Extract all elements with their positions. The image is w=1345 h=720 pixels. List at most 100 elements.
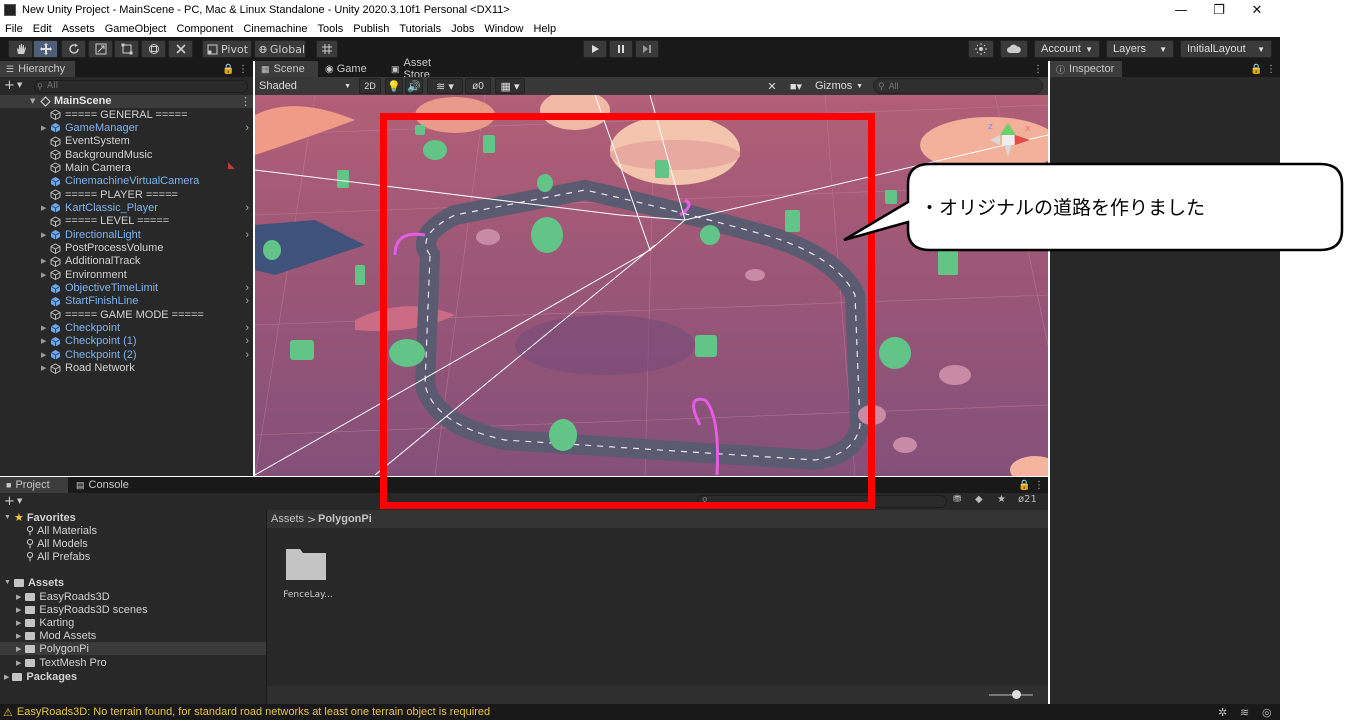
menu-jobs[interactable]: Jobs bbox=[446, 23, 479, 35]
hierarchy-item[interactable]: ▶ AdditionalTrack bbox=[0, 255, 253, 268]
zoom-slider-thumb[interactable] bbox=[1012, 690, 1021, 699]
hierarchy-item[interactable]: EventSystem bbox=[0, 135, 253, 148]
asset-folder[interactable]: ▶ Mod Assets bbox=[16, 629, 96, 642]
project-more-options-icon[interactable]: ⋮ bbox=[1034, 477, 1044, 493]
status-message[interactable]: EasyRoads3D: No terrain found, for stand… bbox=[17, 706, 490, 718]
collab-icon[interactable] bbox=[968, 40, 994, 58]
menu-edit[interactable]: Edit bbox=[28, 23, 57, 35]
effects-icon[interactable]: ≋ ▾ bbox=[427, 78, 463, 94]
add-caret-icon[interactable]: ▼ bbox=[17, 81, 22, 89]
zoom-slider-track[interactable] bbox=[989, 694, 1033, 696]
favorite-star-icon[interactable]: ★ bbox=[997, 494, 1006, 505]
tab-game[interactable]: ◉ Game bbox=[319, 61, 379, 77]
assets-header[interactable]: ▼ Assets bbox=[4, 576, 64, 589]
hierarchy-item[interactable]: ▶ Checkpoint › bbox=[0, 322, 253, 335]
hierarchy-item[interactable]: ===== GAME MODE ===== bbox=[0, 308, 253, 321]
packages-header[interactable]: ▶ Packages bbox=[4, 670, 77, 683]
create-caret-icon[interactable]: ▼ bbox=[17, 497, 22, 505]
menu-assets[interactable]: Assets bbox=[57, 23, 100, 35]
favorite-item[interactable]: ⚲ All Materials bbox=[26, 524, 97, 538]
chevron-right-icon[interactable]: › bbox=[245, 349, 249, 361]
scene-root-row[interactable]: ▼ MainScene ⋮ bbox=[0, 95, 253, 108]
hierarchy-item[interactable]: ===== PLAYER ===== bbox=[0, 188, 253, 201]
menu-file[interactable]: File bbox=[0, 23, 28, 35]
chevron-right-icon[interactable]: › bbox=[245, 295, 249, 307]
snap-grid-icon[interactable] bbox=[316, 40, 338, 58]
tab-inspector[interactable]: ⓘ Inspector bbox=[1050, 61, 1122, 77]
hierarchy-search-input[interactable]: ⚲ All bbox=[34, 80, 248, 93]
tab-asset-store[interactable]: ▣ Asset Store bbox=[385, 57, 465, 81]
menu-help[interactable]: Help bbox=[528, 23, 561, 35]
hierarchy-item[interactable]: ▶ Road Network bbox=[0, 362, 253, 375]
chevron-right-icon[interactable]: › bbox=[245, 322, 249, 334]
project-lock-icon[interactable]: 🔒 bbox=[1018, 477, 1030, 493]
tab-console[interactable]: ▤ Console bbox=[70, 477, 140, 493]
rect-tool-icon[interactable] bbox=[114, 40, 139, 58]
add-object-button[interactable]: + bbox=[4, 78, 15, 93]
menu-component[interactable]: Component bbox=[171, 23, 238, 35]
expand-arrow-icon[interactable]: ▶ bbox=[41, 271, 46, 279]
menu-tools[interactable]: Tools bbox=[313, 23, 349, 35]
transform-tool-icon[interactable] bbox=[141, 40, 166, 58]
inspector-lock-icon[interactable]: 🔒 bbox=[1250, 61, 1262, 77]
progress-check-icon[interactable]: ◎ bbox=[1262, 706, 1272, 719]
close-button[interactable]: ✕ bbox=[1238, 0, 1276, 20]
custom-tool-icon[interactable] bbox=[168, 40, 193, 58]
filter-type-icon[interactable]: ⛃ bbox=[953, 494, 961, 505]
expand-arrow-icon[interactable]: ▶ bbox=[41, 204, 46, 212]
hierarchy-item[interactable]: ▶ DirectionalLight › bbox=[0, 228, 253, 241]
minimize-button[interactable]: — bbox=[1162, 0, 1200, 20]
grid-snap-icon[interactable]: ▦ ▾ bbox=[495, 78, 525, 94]
expand-arrow-icon[interactable]: ▶ bbox=[41, 351, 46, 359]
menu-gameobject[interactable]: GameObject bbox=[100, 23, 172, 35]
audio-icon[interactable]: 🔊 bbox=[405, 78, 423, 94]
hierarchy-item[interactable]: PostProcessVolume bbox=[0, 242, 253, 255]
chevron-right-icon[interactable]: › bbox=[245, 229, 249, 241]
hierarchy-item[interactable]: StartFinishLine › bbox=[0, 295, 253, 308]
lock-icon[interactable]: 🔒 bbox=[222, 61, 234, 77]
hierarchy-item[interactable]: CinemachineVirtualCamera bbox=[0, 175, 253, 188]
lighting-icon[interactable]: 💡 bbox=[385, 78, 403, 94]
expand-arrow-icon[interactable]: ▶ bbox=[41, 337, 46, 345]
asset-folder[interactable]: ▶ TextMesh Pro bbox=[16, 656, 107, 669]
scene-more-options-icon[interactable]: ⋮ bbox=[1033, 61, 1043, 77]
favorite-item[interactable]: ⚲ All Prefabs bbox=[26, 550, 90, 564]
create-asset-button[interactable]: + bbox=[4, 494, 15, 509]
global-toggle[interactable]: Global bbox=[254, 40, 306, 58]
more-options-icon[interactable]: ⋮ bbox=[238, 61, 248, 77]
hidden-packages-icon[interactable]: ø21 bbox=[1018, 494, 1037, 505]
asset-tile[interactable]: FenceLay... bbox=[280, 545, 336, 605]
filter-label-icon[interactable]: ◆ bbox=[975, 494, 983, 505]
play-button[interactable] bbox=[583, 40, 607, 58]
scene-search-input[interactable]: ⚲ All bbox=[873, 78, 1043, 94]
hierarchy-item[interactable]: ▶ KartClassic_Player › bbox=[0, 201, 253, 214]
chevron-right-icon[interactable]: › bbox=[245, 282, 249, 294]
toggle-2d-button[interactable]: 2D bbox=[359, 78, 381, 94]
breadcrumb-polygonpi[interactable]: PolygonPi bbox=[318, 513, 372, 525]
chevron-right-icon[interactable]: › bbox=[245, 202, 249, 214]
rotate-tool-icon[interactable] bbox=[61, 40, 86, 58]
maximize-button[interactable]: ❐ bbox=[1200, 0, 1238, 20]
expand-arrow-icon[interactable]: ▶ bbox=[41, 364, 46, 372]
scale-tool-icon[interactable] bbox=[88, 40, 113, 58]
menu-publish[interactable]: Publish bbox=[348, 23, 394, 35]
menu-window[interactable]: Window bbox=[479, 23, 528, 35]
hierarchy-item[interactable]: ▶ Checkpoint (1) › bbox=[0, 335, 253, 348]
tools-icon[interactable]: ✕ bbox=[763, 78, 781, 94]
hierarchy-item[interactable]: ===== GENERAL ===== bbox=[0, 108, 253, 121]
shading-mode-dropdown[interactable]: Shaded ▼ bbox=[255, 78, 355, 94]
debug-icon[interactable]: ✲ bbox=[1218, 706, 1227, 719]
pivot-toggle[interactable]: Pivot bbox=[202, 40, 252, 58]
account-dropdown[interactable]: Account ▼ bbox=[1034, 40, 1100, 58]
hand-tool-icon[interactable] bbox=[8, 40, 33, 58]
hierarchy-item[interactable]: ▶ Checkpoint (2) › bbox=[0, 348, 253, 361]
cloud-icon[interactable] bbox=[1000, 40, 1028, 58]
favorite-item[interactable]: ⚲ All Models bbox=[26, 537, 88, 551]
chevron-right-icon[interactable]: › bbox=[245, 122, 249, 134]
asset-folder[interactable]: ▶ EasyRoads3D scenes bbox=[16, 603, 148, 616]
cache-icon[interactable]: ≋ bbox=[1240, 706, 1249, 719]
expand-arrow-icon[interactable]: ▶ bbox=[41, 324, 46, 332]
expand-arrow-icon[interactable]: ▶ bbox=[41, 257, 46, 265]
gizmos-dropdown[interactable]: Gizmos ▼ bbox=[811, 78, 867, 94]
chevron-right-icon[interactable]: › bbox=[245, 335, 249, 347]
